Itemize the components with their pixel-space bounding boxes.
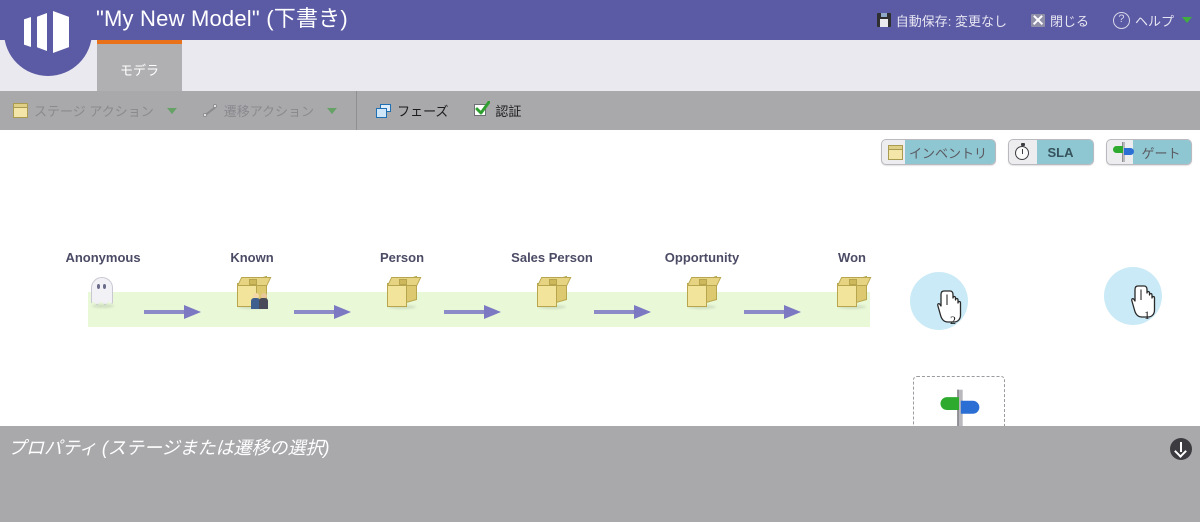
properties-panel: プロパティ (ステージまたは遷移の選択) xyxy=(0,426,1200,522)
package-icon xyxy=(13,103,28,118)
transition-arrow[interactable] xyxy=(144,305,206,319)
app-header: "My New Model" (下書き) 自動保存: 変更なし 閉じる ? ヘル… xyxy=(0,0,1200,40)
toolbar-transition-action-label: 遷移アクション xyxy=(223,104,315,119)
stage-label: Known xyxy=(230,250,274,265)
stage-known[interactable]: Known xyxy=(192,250,312,313)
package-icon xyxy=(887,144,903,160)
toolbar-stage-action-label: ステージ アクション xyxy=(34,104,154,119)
stage-person[interactable]: Person xyxy=(342,250,462,313)
help-icon: ? xyxy=(1112,11,1130,29)
stage-won[interactable]: Won xyxy=(792,250,912,313)
transition-arrow[interactable] xyxy=(444,305,506,319)
stopwatch-icon xyxy=(1015,143,1030,160)
app-window: "My New Model" (下書き) 自動保存: 変更なし 閉じる ? ヘル… xyxy=(0,0,1200,522)
phase-icon xyxy=(376,103,392,118)
toolbar-stage-action[interactable]: ステージ アクション xyxy=(0,91,190,130)
autosave-label: 自動保存: 変更なし xyxy=(895,13,1007,29)
tab-modeler-label: モデラ xyxy=(119,63,159,78)
stage-label: Sales Person xyxy=(511,250,593,265)
palette-gate-label: ゲート xyxy=(1141,145,1181,161)
signpost-gate-icon xyxy=(940,389,980,426)
stage-label: Opportunity xyxy=(664,250,740,265)
tab-modeler[interactable]: モデラ xyxy=(97,40,182,91)
page-title: "My New Model" (下書き) xyxy=(96,6,348,31)
modeler-canvas[interactable]: インベントリ SLA ゲート 1 Anonymous Known Person … xyxy=(0,130,1200,426)
tab-strip: モデラ xyxy=(0,40,1200,91)
collapse-panel-button[interactable] xyxy=(1170,438,1192,460)
properties-title: プロパティ (ステージまたは遷移の選択) xyxy=(8,438,330,458)
palette-inventory-label: インベントリ xyxy=(908,145,987,161)
gate-drop-target[interactable] xyxy=(913,376,1005,426)
palette-sla-label: SLA xyxy=(1047,144,1074,160)
transition-icon xyxy=(202,103,218,118)
stage-opportunity[interactable]: Opportunity xyxy=(642,250,762,313)
tab-active-indicator xyxy=(97,40,182,44)
toolbar-approval-label: 認証 xyxy=(495,104,522,119)
approval-check-icon xyxy=(474,101,491,118)
close-label: 閉じる xyxy=(1049,13,1089,29)
toolbar-transition-action[interactable]: 遷移アクション xyxy=(190,91,350,130)
stage-label: Person xyxy=(379,250,425,265)
help-label: ヘルプ xyxy=(1134,13,1174,29)
close-button[interactable]: 閉じる xyxy=(1030,11,1089,30)
palette-sla-button[interactable]: SLA xyxy=(1008,139,1094,165)
toolbar-phase-label: フェーズ xyxy=(397,104,449,119)
transition-arrow[interactable] xyxy=(294,305,356,319)
transition-arrow[interactable] xyxy=(744,305,806,319)
save-icon xyxy=(876,13,891,27)
people-icon xyxy=(251,289,273,309)
cursor-pointer-2: 2 xyxy=(910,272,968,330)
palette-inventory-button[interactable]: インベントリ xyxy=(880,139,996,165)
cursor-halo xyxy=(910,272,968,330)
cursor-number-1: 1 xyxy=(1144,308,1150,322)
package-icon xyxy=(792,271,912,313)
toolbar: ステージ アクション 遷移アクション フェーズ 認証 xyxy=(0,91,1200,130)
stage-sales-person[interactable]: Sales Person xyxy=(492,250,612,313)
help-menu[interactable]: ? ヘルプ xyxy=(1112,11,1192,30)
chevron-down-icon xyxy=(1182,17,1192,23)
chevron-down-icon xyxy=(166,107,177,114)
toolbar-approval[interactable]: 認証 xyxy=(461,91,534,130)
logo-mark-icon xyxy=(24,11,72,53)
autosave-status[interactable]: 自動保存: 変更なし xyxy=(876,11,1007,30)
stage-anonymous[interactable]: Anonymous xyxy=(43,250,163,313)
cursor-halo xyxy=(1104,267,1162,325)
header-actions: 自動保存: 変更なし 閉じる ? ヘルプ xyxy=(876,0,1192,40)
toolbar-phase[interactable]: フェーズ xyxy=(363,91,461,130)
chevron-down-icon xyxy=(327,107,338,114)
palette-toolbar: インベントリ SLA ゲート xyxy=(880,139,1192,165)
toolbar-divider xyxy=(356,91,358,130)
palette-gate-button[interactable]: ゲート xyxy=(1106,139,1192,165)
stage-label: Won xyxy=(838,250,866,265)
close-icon xyxy=(1030,13,1045,27)
stage-label: Anonymous xyxy=(65,250,141,265)
transition-arrow[interactable] xyxy=(594,305,656,319)
cursor-pointer-1: 1 xyxy=(1104,267,1162,325)
cursor-number-2: 2 xyxy=(950,313,956,327)
signpost-gate-icon xyxy=(1113,142,1134,162)
